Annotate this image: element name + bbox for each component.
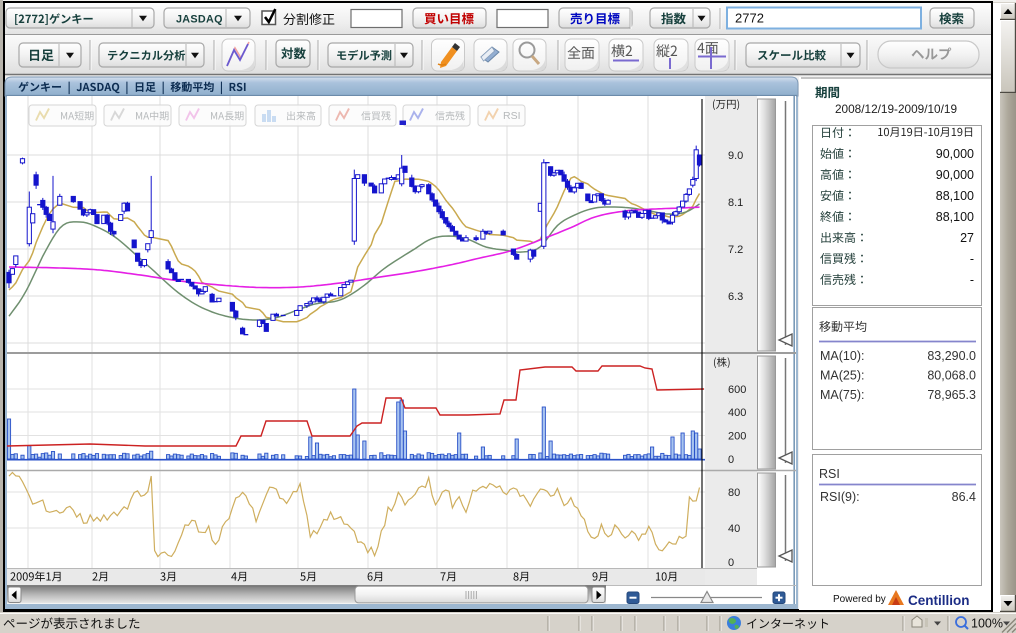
svg-text:100%: 100% [971, 617, 1003, 631]
svg-text:-: - [970, 273, 974, 287]
svg-text:400: 400 [728, 407, 746, 419]
svg-text:RSI: RSI [503, 110, 521, 122]
svg-text:MA(25):: MA(25): [820, 369, 864, 383]
svg-text:0: 0 [728, 454, 734, 466]
svg-text:80: 80 [728, 487, 740, 499]
svg-text:0: 0 [728, 557, 734, 569]
svg-text:200: 200 [728, 431, 746, 443]
svg-text:600: 600 [728, 384, 746, 396]
svg-text:MA(75):: MA(75): [820, 388, 864, 402]
svg-text:78,965.3: 78,965.3 [927, 388, 976, 402]
svg-text:Centillion: Centillion [908, 593, 970, 608]
svg-text:8.1: 8.1 [728, 197, 743, 209]
svg-text:88,100: 88,100 [936, 210, 974, 224]
svg-text:JASDAQ: JASDAQ [176, 13, 223, 25]
svg-text:Powered by: Powered by [833, 594, 886, 605]
svg-text:2008/12/19-2009/10/19: 2008/12/19-2009/10/19 [835, 102, 957, 116]
svg-text:90,000: 90,000 [936, 168, 974, 182]
svg-text:86.4: 86.4 [952, 490, 976, 504]
svg-text:90,000: 90,000 [936, 147, 974, 161]
svg-text:83,290.0: 83,290.0 [927, 349, 976, 363]
svg-text:88,100: 88,100 [936, 189, 974, 203]
svg-text:27: 27 [960, 231, 974, 245]
svg-text:2772: 2772 [735, 11, 764, 26]
svg-text:40: 40 [728, 523, 740, 535]
svg-text:RSI: RSI [819, 467, 840, 481]
svg-text:-: - [970, 252, 974, 266]
svg-text:6.3: 6.3 [728, 291, 743, 303]
svg-text:MA(10):: MA(10): [820, 349, 864, 363]
svg-text:RSI(9):: RSI(9): [820, 490, 860, 504]
svg-text:80,068.0: 80,068.0 [927, 369, 976, 383]
svg-text:7.2: 7.2 [728, 244, 743, 256]
svg-text:9.0: 9.0 [728, 150, 743, 162]
